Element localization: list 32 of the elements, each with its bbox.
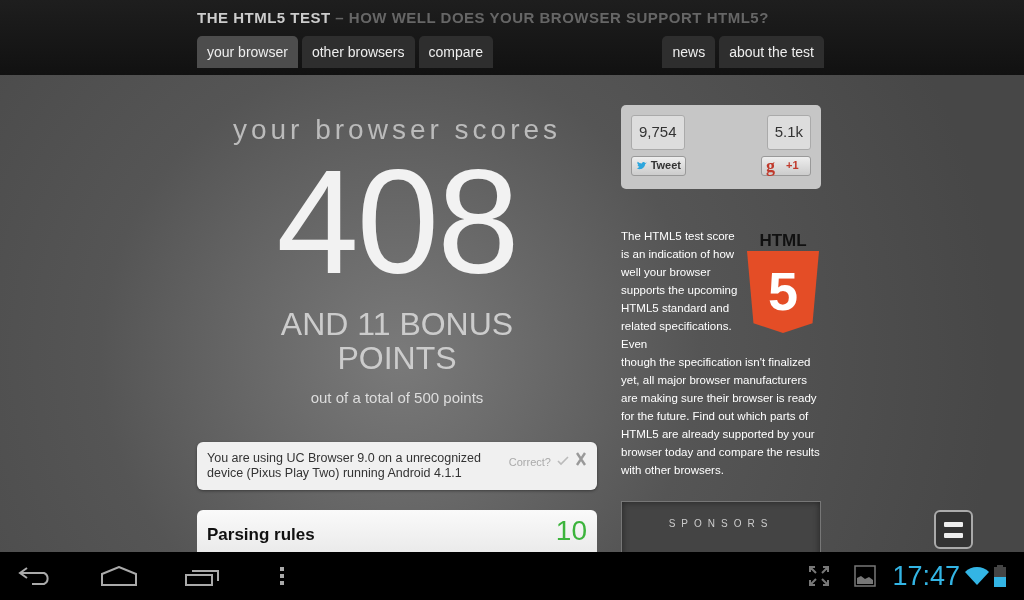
- nav-tab[interactable]: compare: [418, 36, 493, 68]
- section-title: Parsing rules: [207, 523, 315, 546]
- home-icon[interactable]: [100, 566, 138, 586]
- battery-icon: [994, 565, 1006, 587]
- plus-one-button[interactable]: g +1: [761, 155, 811, 176]
- nav-tab[interactable]: other browsers: [301, 36, 415, 68]
- description-text: though the specification isn't finalized yet, all major browser manufacturers are making sure their browser is ready for the future. Find out which parts of HTML5 are already supported by your browser today and compare the results with other browsers.: [621, 355, 821, 478]
- nav-tab[interactable]: news: [662, 36, 716, 68]
- overflow-menu-icon[interactable]: [280, 567, 284, 585]
- site-title: THE HTML5 TEST: [197, 9, 331, 26]
- site-subtitle: – HOW WELL DOES YOUR BROWSER SUPPORT HTML5?: [335, 9, 769, 26]
- nav-tab[interactable]: your browser: [197, 36, 298, 68]
- notice-text: You are using UC Browser 9.0 on a unrecognized device (Pixus Play Two) running Android 4.1.1: [207, 450, 482, 481]
- picture-icon[interactable]: [854, 565, 877, 587]
- wifi-icon: [964, 566, 990, 586]
- score-total: out of a total of 500 points: [309, 388, 485, 408]
- correct-prompt: Correct?: [508, 454, 551, 470]
- clock-time: 17:47: [892, 559, 960, 593]
- back-icon[interactable]: [18, 566, 52, 586]
- score-value: 408: [276, 147, 519, 297]
- check-icon[interactable]: [557, 455, 569, 466]
- bird-icon: [636, 160, 648, 171]
- tweet-count: 9,754: [631, 115, 685, 150]
- sponsors-label: SPONSORS: [668, 518, 774, 529]
- tweet-button[interactable]: Tweet: [631, 155, 686, 176]
- section-points: 10: [555, 515, 587, 548]
- menu-button[interactable]: [934, 510, 973, 549]
- nav-tab[interactable]: about the test: [719, 36, 824, 68]
- score-heading: your browser scores: [231, 113, 563, 147]
- plus-count: 5.1k: [766, 115, 811, 150]
- bonus-points: AND 11 BONUS POINTS: [279, 307, 515, 375]
- fullscreen-icon[interactable]: [809, 566, 830, 586]
